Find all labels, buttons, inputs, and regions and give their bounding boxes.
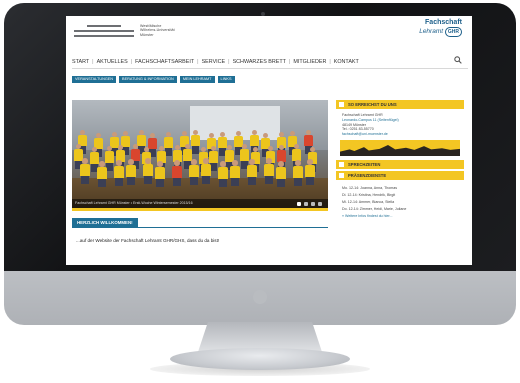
contact-block: Fachschaft Lehramt GHR Leonardo-Campus 1…	[336, 111, 464, 137]
schedule-row: Do. 12-14: Zimmer, Heidi, Marie, Juliane	[342, 206, 407, 211]
contact-header[interactable]: SO ERREICHST DU UNS	[336, 100, 464, 109]
nav-item-service[interactable]: SERVICE	[202, 59, 226, 65]
quicklink-veranstaltungen[interactable]: VERANSTALTUNGEN	[72, 76, 117, 83]
quicklink-links[interactable]: LINKS	[217, 76, 235, 83]
slider-dots	[297, 202, 322, 206]
nav-separator: |	[92, 59, 94, 65]
main-navigation: START | AKTUELLES | FACHSCHAFTSARBEIT | …	[72, 56, 468, 69]
nav-separator: |	[197, 59, 199, 65]
nav-item-kontakt[interactable]: KONTAKT	[334, 59, 359, 65]
fachschaft-logo-badge: GHR	[444, 27, 462, 37]
nav-separator: |	[228, 59, 230, 65]
city-skyline-image	[340, 139, 460, 156]
quicklink-beratung[interactable]: BERATUNG & INFORMATION	[119, 76, 177, 83]
quicklinks-bar: VERANSTALTUNGEN BERATUNG & INFORMATION M…	[72, 76, 235, 83]
slider-dot[interactable]	[318, 202, 322, 206]
search-icon[interactable]	[454, 56, 462, 64]
schedule-row: Mi. 12-14: Ammer, Bianca, Stella	[342, 199, 395, 204]
sprechzeiten-header[interactable]: SPRECHZEITEN	[336, 159, 464, 169]
fachschaft-logo[interactable]: Fachschaft Lehramt GHR	[396, 19, 462, 41]
slider-dot[interactable]	[304, 202, 308, 206]
nav-item-schwarzes-brett[interactable]: SCHWARZES BRETT	[233, 59, 286, 65]
sidebar: SO ERREICHST DU UNS Fachschaft Lehramt G…	[336, 100, 464, 220]
university-logo[interactable]: Westfälische Wilhelms-Universität Münste…	[74, 19, 224, 53]
nav-separator: |	[329, 59, 331, 65]
fachschaft-logo-lehramt: Lehramt	[419, 28, 444, 35]
welcome-heading: HERZLICH WILLKOMMEN!	[72, 218, 138, 227]
university-logo-text: Westfälische Wilhelms-Universität Münste…	[140, 24, 175, 37]
fachschaft-logo-subtitle: Lehramt GHR	[396, 27, 462, 37]
sprechzeiten-header-label: SPRECHZEITEN	[348, 161, 381, 167]
monitor-stand-base	[170, 348, 350, 370]
contact-header-label: SO ERREICHST DU UNS	[348, 102, 397, 107]
calendar-icon	[339, 161, 344, 167]
nav-item-fachschaftsarbeit[interactable]: FACHSCHAFTSARBEIT	[135, 59, 194, 65]
nav-item-aktuelles[interactable]: AKTUELLES	[97, 59, 128, 65]
hero-caption: Fachschaft Lehramt GHR Münster • Ersti-W…	[72, 199, 328, 208]
praesenz-header[interactable]: PRÄSENZDIENSTE	[336, 170, 464, 180]
schedule-list: Mo. 12-14: Joanna, Anna, Thomas Di. 12-1…	[336, 182, 464, 220]
nav-separator: |	[130, 59, 133, 65]
schedule-row: Di. 12-14: Kristina, Hendrik, Birgit	[342, 192, 396, 197]
nav-item-start[interactable]: START	[72, 59, 89, 65]
welcome-divider	[72, 227, 328, 228]
nav-item-mitglieder[interactable]: MITGLIEDER	[293, 59, 326, 65]
slider-dot[interactable]	[311, 202, 315, 206]
schedule-row: Mo. 12-14: Joanna, Anna, Thomas	[342, 185, 398, 190]
quicklink-mein-lehramt[interactable]: MEIN LEHRAMT	[179, 76, 215, 83]
fachschaft-logo-title: Fachschaft	[425, 19, 462, 26]
university-logo-mark-icon	[74, 25, 134, 40]
praesenz-header-label: PRÄSENZDIENSTE	[348, 172, 387, 178]
welcome-text: ...auf der Website der Fachschaft Lehram…	[76, 238, 220, 243]
clock-icon	[339, 172, 344, 178]
contact-email-link[interactable]: fachschaft@uni-muenster.de	[342, 132, 461, 137]
slider-dot[interactable]	[297, 202, 301, 206]
monitor-logo-icon	[253, 290, 267, 304]
schedule-more-link[interactable]: » Weitere Infos findest du hier...	[342, 213, 461, 220]
website-screen: Westfälische Wilhelms-Universität Münste…	[66, 16, 472, 265]
hero-accent-bar	[72, 208, 328, 211]
phone-icon	[339, 102, 344, 107]
skyline-silhouette	[340, 144, 460, 156]
nav-separator: |	[288, 59, 291, 65]
hero-slider[interactable]: Fachschaft Lehramt GHR Münster • Ersti-W…	[72, 100, 328, 208]
